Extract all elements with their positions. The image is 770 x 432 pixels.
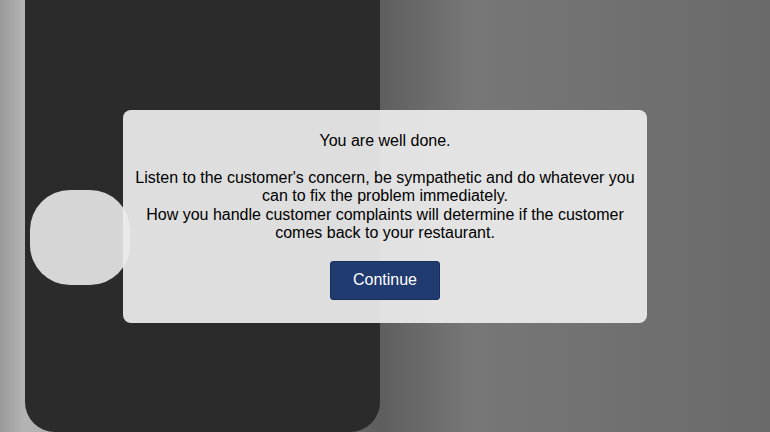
dialog-paragraph: Listen to the customer's concern, be sym… bbox=[135, 169, 635, 206]
glove-shape bbox=[30, 190, 130, 285]
dialog-overlay: You are well done. Listen to the customer… bbox=[0, 0, 770, 432]
dialog-paragraph: How you handle customer complaints will … bbox=[135, 206, 635, 243]
dialog-title: You are well done. bbox=[319, 132, 450, 151]
dialog-body: Listen to the customer's concern, be sym… bbox=[135, 169, 635, 243]
continue-button[interactable]: Continue bbox=[330, 261, 440, 300]
feedback-screen: You are well done. Listen to the customer… bbox=[0, 0, 770, 432]
feedback-dialog: You are well done. Listen to the customer… bbox=[123, 110, 647, 323]
